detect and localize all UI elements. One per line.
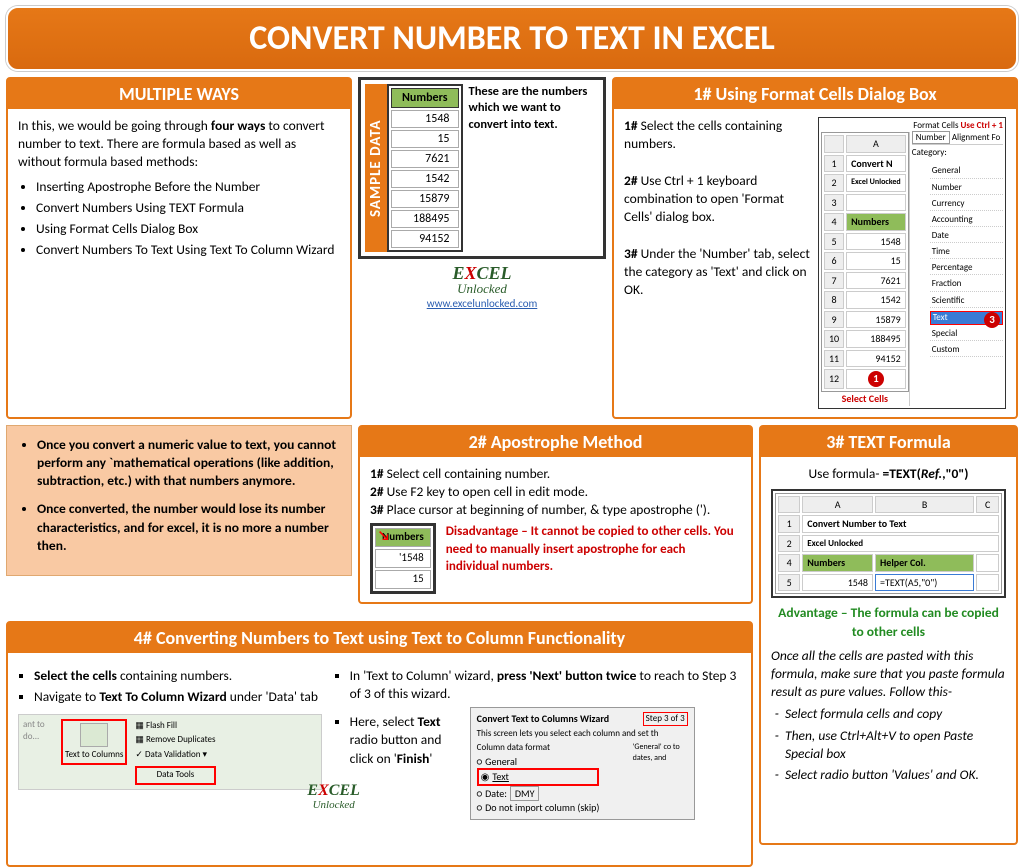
panel-method-4: 4# Converting Numbers to Text using Text…: [6, 621, 753, 867]
list-item: Using Format Cells Dialog Box: [36, 220, 340, 238]
panel-method-2: 2# Apostrophe Method 1# Select cell cont…: [358, 425, 753, 604]
sample-cell: 15: [391, 130, 459, 148]
wizard-diagram: Convert Text to Columns WizardStep 3 of …: [470, 707, 695, 819]
panel-multiple-ways: MULTIPLE WAYS In this, we would be going…: [6, 77, 352, 419]
logo-url: www.excelunlocked.com: [427, 297, 538, 310]
panel-sample: SAMPLE DATA Numbers 1548 15 7621 1542 15…: [358, 77, 606, 419]
note-1: Once you convert a numeric value to text…: [37, 436, 336, 489]
panel-method-1: 1# Using Format Cells Dialog Box 1# Sele…: [612, 77, 1018, 419]
row-1: MULTIPLE WAYS In this, we would be going…: [6, 77, 1018, 419]
sample-table: Numbers 1548 15 7621 1542 15879 188495 9…: [387, 84, 463, 252]
sample-cell: 188495: [391, 210, 459, 228]
logo-sub: Unlocked: [427, 281, 538, 297]
logo: EXCEL Unlocked www.excelunlocked.com: [427, 263, 538, 310]
list-item: Inserting Apostrophe Before the Number: [36, 178, 340, 196]
sample-cell: 7621: [391, 150, 459, 168]
sample-cell: 1548: [391, 110, 459, 128]
list-item: Then, use Ctrl+Alt+V to open Paste Speci…: [785, 727, 1006, 763]
ways-list: Inserting Apostrophe Before the Number C…: [18, 178, 340, 260]
panel-method-3: 3# TEXT Formula Use formula- =TEXT(Ref.,…: [759, 425, 1018, 845]
header-multiple-ways: MULTIPLE WAYS: [8, 79, 350, 109]
ribbon-diagram: ant to do... Text to Columns ▦ Flash Fil…: [18, 714, 322, 790]
method1-steps: 1# Select the cells containing numbers. …: [624, 117, 812, 409]
intro-bold: four ways: [211, 117, 265, 134]
intro-text: In this, we would be going through: [18, 117, 211, 134]
panel-notes: Once you convert a numeric value to text…: [6, 425, 352, 576]
text-to-columns-icon: [80, 723, 108, 747]
disadvantage-text: Disadvantage – It cannot be copied to ot…: [446, 523, 741, 576]
sample-label: SAMPLE DATA: [365, 84, 387, 252]
sample-header: Numbers: [391, 88, 459, 108]
sample-cell: 15879: [391, 190, 459, 208]
method3-note: Once all the cells are pasted with this …: [771, 647, 1006, 702]
list-item: Convert Numbers To Text Using Text To Co…: [36, 241, 340, 259]
advantage-text: Advantage – The formula can be copied to…: [771, 604, 1006, 640]
sample-cell: 1542: [391, 170, 459, 188]
header-method-3: 3# TEXT Formula: [761, 427, 1016, 457]
category-list: General Number Currency Accounting Date …: [912, 165, 1003, 357]
note-2: Once converted, the number would lose it…: [37, 500, 329, 553]
select-cells-label: Select Cells: [821, 392, 909, 406]
method1-diagram: Format Cells Use Ctrl + 1 A 1Convert N 2…: [818, 117, 1006, 409]
page-title: CONVERT NUMBER TO TEXT IN EXCEL: [6, 6, 1018, 71]
list-item: Select radio button 'Values' and OK.: [785, 766, 1006, 784]
body-multiple-ways: In this, we would be going through four …: [8, 109, 350, 271]
list-item: Select formula cells and copy: [785, 705, 1006, 723]
sample-cell: 94152: [391, 230, 459, 248]
sample-caption: These are the numbers which we want to c…: [463, 84, 600, 252]
header-method-4: 4# Converting Numbers to Text using Text…: [8, 623, 751, 653]
header-method-2: 2# Apostrophe Method: [360, 427, 751, 457]
header-method-1: 1# Using Format Cells Dialog Box: [614, 79, 1016, 109]
list-item: Convert Numbers Using TEXT Formula: [36, 199, 340, 217]
